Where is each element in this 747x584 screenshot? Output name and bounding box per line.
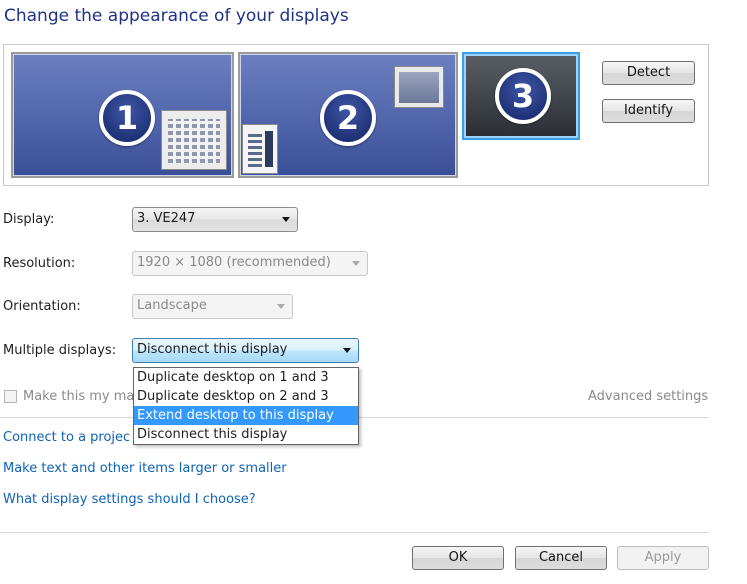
- identify-button[interactable]: Identify: [602, 99, 695, 123]
- display-settings-help-link[interactable]: What display settings should I choose?: [3, 492, 256, 507]
- display-label: Display:: [3, 212, 55, 227]
- detect-button[interactable]: Detect: [602, 61, 695, 85]
- chevron-down-icon: [352, 261, 360, 266]
- orientation-select-value: Landscape: [137, 298, 207, 313]
- divider: [0, 532, 709, 533]
- orientation-select[interactable]: Landscape: [132, 294, 293, 319]
- monitor-1-number: 1: [99, 90, 155, 146]
- display-select-value: 3. VE247: [137, 211, 196, 226]
- monitor-2-doc-icon: [242, 124, 278, 174]
- multiple-displays-select[interactable]: Disconnect this display: [132, 338, 359, 363]
- cancel-button[interactable]: Cancel: [515, 546, 607, 570]
- connect-projector-link[interactable]: Connect to a projec: [3, 430, 130, 445]
- ok-button[interactable]: OK: [412, 546, 504, 570]
- chevron-down-icon: [282, 217, 290, 222]
- advanced-settings-link[interactable]: Advanced settings: [588, 389, 708, 404]
- display-select[interactable]: 3. VE247: [132, 207, 298, 232]
- dropdown-option-highlighted[interactable]: Extend desktop to this display: [134, 406, 358, 425]
- main-display-checkbox-label: Make this my ma: [23, 389, 135, 404]
- resolution-label: Resolution:: [3, 256, 76, 271]
- apply-button[interactable]: Apply: [617, 546, 709, 570]
- monitor-3[interactable]: 3: [462, 52, 580, 140]
- monitor-1[interactable]: 1: [11, 52, 234, 178]
- monitor-2-number: 2: [320, 90, 376, 146]
- resolution-select-value: 1920 × 1080 (recommended): [137, 255, 331, 270]
- dropdown-option[interactable]: Duplicate desktop on 1 and 3: [134, 368, 358, 387]
- dropdown-option[interactable]: Duplicate desktop on 2 and 3: [134, 387, 358, 406]
- page-title: Change the appearance of your displays: [4, 6, 349, 26]
- chevron-down-icon: [343, 348, 351, 353]
- chevron-down-icon: [277, 304, 285, 309]
- monitor-1-preview-icon: [161, 110, 227, 170]
- resolution-select[interactable]: 1920 × 1080 (recommended): [132, 251, 368, 276]
- monitor-3-number: 3: [495, 68, 551, 124]
- monitor-2[interactable]: 2: [238, 52, 458, 178]
- multiple-displays-dropdown: Duplicate desktop on 1 and 3 Duplicate d…: [133, 367, 359, 445]
- main-display-checkbox[interactable]: [4, 390, 17, 403]
- monitor-2-window-icon: [394, 66, 444, 108]
- multiple-displays-select-value: Disconnect this display: [137, 342, 288, 357]
- text-size-link[interactable]: Make text and other items larger or smal…: [3, 461, 287, 476]
- dropdown-option[interactable]: Disconnect this display: [134, 425, 358, 444]
- orientation-label: Orientation:: [3, 299, 81, 314]
- multiple-displays-label: Multiple displays:: [3, 343, 117, 358]
